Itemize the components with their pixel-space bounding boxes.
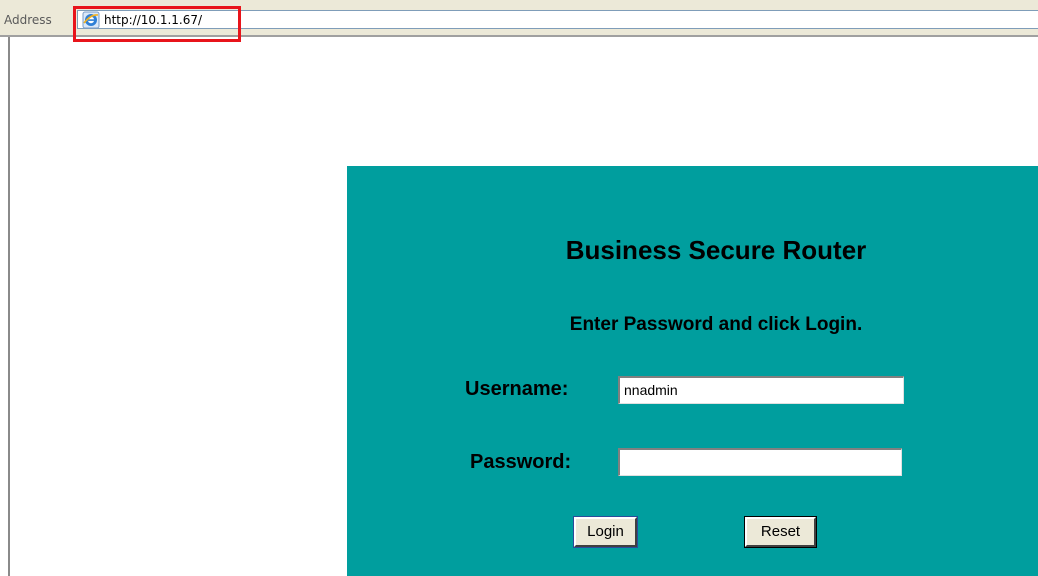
password-input[interactable]: [618, 448, 902, 476]
page-title: Business Secure Router: [565, 235, 867, 265]
login-panel: Business Secure Router Enter Password an…: [347, 166, 1038, 576]
reset-button[interactable]: Reset: [744, 516, 817, 548]
username-input[interactable]: nnadmin: [618, 376, 904, 404]
address-bar: Address http://10.1.1.67/: [0, 0, 1038, 42]
username-label: Username:: [465, 378, 569, 400]
frame-border: [8, 37, 10, 576]
login-instructions: Enter Password and click Login.: [569, 314, 863, 335]
login-button[interactable]: Login: [573, 516, 638, 548]
url-highlight-box: [73, 6, 241, 42]
password-label: Password:: [470, 451, 572, 473]
address-label: Address: [4, 13, 52, 27]
